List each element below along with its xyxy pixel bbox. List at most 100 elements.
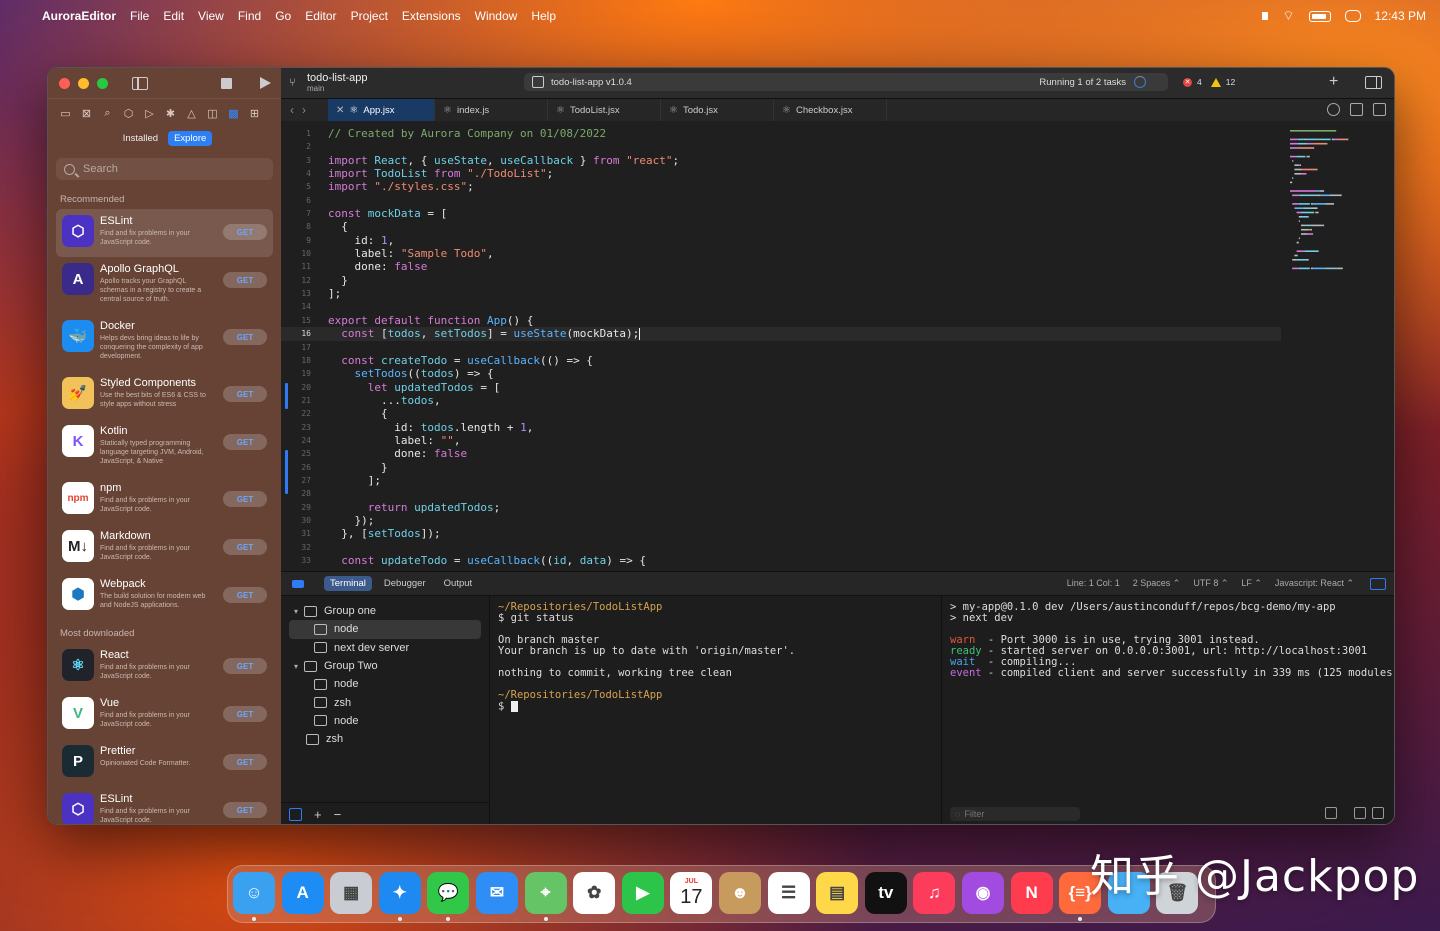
extension-item[interactable]: K Kotlin Statically typed programming lang… — [56, 419, 273, 476]
code-line[interactable]: 12 } — [281, 274, 1281, 287]
search-icon[interactable]: ⌕ — [100, 106, 115, 120]
extension-item[interactable]: ⬡ ESLint Find and fix problems in your Jav… — [56, 787, 273, 824]
get-button[interactable]: GET — [223, 754, 267, 770]
extension-item[interactable]: ⬡ ESLint Find and fix problems in your Jav… — [56, 209, 273, 257]
tab-index-js[interactable]: ⚛ index.js — [435, 99, 548, 121]
more-options-icon[interactable] — [1327, 103, 1340, 116]
maps-icon[interactable]: ⌖ — [524, 872, 567, 914]
launchpad-icon[interactable]: ▦ — [330, 872, 373, 914]
volume-icon[interactable] — [1262, 12, 1269, 20]
facetime-icon[interactable]: ▶ — [621, 872, 664, 914]
battery-icon[interactable] — [1308, 10, 1331, 22]
menu-item-file[interactable]: File — [130, 9, 149, 23]
terminal-dev-server[interactable]: > my-app@0.1.0 dev /Users/austinconduff/… — [942, 596, 1394, 824]
extension-item[interactable]: P Prettier Opinionated Code Formatter. GET — [56, 739, 273, 787]
get-button[interactable]: GET — [223, 386, 267, 402]
messages-icon[interactable]: 💬 — [427, 872, 470, 914]
menu-item-extensions[interactable]: Extensions — [402, 9, 461, 23]
layers-icon[interactable]: ◫ — [205, 106, 220, 120]
reminders-icon[interactable]: ☰ — [767, 872, 810, 914]
minimize-window-button[interactable] — [78, 77, 89, 89]
safari-icon[interactable]: ✦ — [378, 872, 421, 914]
code-line[interactable]: 17 — [281, 341, 1281, 354]
code-line[interactable]: 19 setTodos((todos) => { — [281, 367, 1281, 380]
inspector-toggle-icon[interactable] — [1365, 76, 1382, 89]
code-line[interactable]: 24 label: "", — [281, 434, 1281, 447]
explore-tab[interactable]: Explore — [168, 130, 213, 146]
code-line[interactable]: 16 const [todos, setTodos] = useState (mo… — [281, 327, 1281, 341]
indent-setting[interactable]: 2 Spaces ⌃ — [1133, 578, 1181, 589]
code-line[interactable]: 18 const createTodo = useCallback(() => … — [281, 354, 1281, 367]
extension-search-input[interactable]: Search — [56, 158, 273, 180]
add-session-icon[interactable]: + — [314, 807, 322, 822]
code-line[interactable]: 27 ]; — [281, 474, 1281, 487]
session-zsh[interactable]: zsh — [281, 730, 489, 748]
terminal-toggle-icon[interactable] — [1370, 578, 1386, 590]
extension-item[interactable]: ⚛ React Find and fix problems in your Java… — [56, 643, 273, 691]
code-line[interactable]: 29 return updatedTodos; — [281, 501, 1281, 514]
menu-app-name[interactable]: AuroraEditor — [42, 9, 116, 23]
tab-todolist-jsx[interactable]: ⚛ TodoList.jsx — [548, 99, 661, 121]
news-icon[interactable]: N — [1010, 872, 1053, 914]
session-next-dev-server[interactable]: next dev server — [281, 639, 489, 657]
get-button[interactable]: GET — [223, 658, 267, 674]
get-button[interactable]: GET — [223, 802, 267, 818]
extension-item[interactable]: npm npm Find and fix problems in your Java… — [56, 476, 273, 524]
code-line[interactable]: 15 export default function App() { — [281, 314, 1281, 327]
code-line[interactable]: 28 — [281, 487, 1281, 500]
code-line[interactable]: 11 done: false — [281, 260, 1281, 273]
code-line[interactable]: 10 label: "Sample Todo", — [281, 247, 1281, 260]
code-line[interactable]: 2 — [281, 140, 1281, 153]
add-icon[interactable]: + — [1329, 73, 1338, 91]
code-line[interactable]: 32 — [281, 541, 1281, 554]
source-control-icon[interactable]: ⊠ — [79, 106, 94, 120]
code-line[interactable]: 30 }); — [281, 514, 1281, 527]
extension-item[interactable]: 🐳 Docker Helps devs bring ideas to life by… — [56, 314, 273, 371]
sidebar-toggle-icon[interactable] — [289, 807, 302, 821]
clock[interactable]: 12:43 PM — [1375, 9, 1426, 23]
tab-debugger[interactable]: Debugger — [378, 576, 432, 591]
menu-item-go[interactable]: Go — [275, 9, 291, 23]
trash-icon[interactable] — [1325, 807, 1337, 819]
code-line[interactable]: 33 const updateTodo = useCallback((id, d… — [281, 554, 1281, 567]
code-line[interactable]: 25 done: false — [281, 447, 1281, 460]
play-outline-icon[interactable]: ▷ — [142, 106, 157, 120]
code-line[interactable]: 9 id: 1, — [281, 234, 1281, 247]
code-line[interactable]: 4 import TodoList from "./TodoList"; — [281, 167, 1281, 180]
calendar-icon[interactable]: JUL 17 — [670, 872, 713, 914]
control-center-icon[interactable] — [1344, 10, 1361, 22]
nav-arrows[interactable]: ‹› — [290, 103, 328, 117]
close-window-button[interactable] — [59, 77, 70, 89]
group-one[interactable]: ▾ Group one — [281, 602, 489, 620]
extension-item[interactable]: M↓ Markdown Find and fix problems in your … — [56, 524, 273, 572]
menu-item-help[interactable]: Help — [531, 9, 556, 23]
line-ending-setting[interactable]: LF ⌃ — [1241, 578, 1262, 589]
photos-icon[interactable]: ✿ — [573, 872, 616, 914]
code-line[interactable]: 14 — [281, 300, 1281, 313]
code-line[interactable]: 23 id: todos .length + 1, — [281, 421, 1281, 434]
get-button[interactable]: GET — [223, 491, 267, 507]
menu-item-edit[interactable]: Edit — [163, 9, 184, 23]
tab-app-jsx[interactable]: ✕ ⚛ App.jsx — [328, 99, 435, 121]
get-button[interactable]: GET — [223, 539, 267, 555]
get-button[interactable]: GET — [223, 706, 267, 722]
installed-tab[interactable]: Installed — [117, 131, 164, 146]
package-icon[interactable]: ⬡ — [121, 106, 136, 120]
extension-item[interactable]: ⬢ Webpack The build solution for modern we… — [56, 572, 273, 620]
app-store-icon[interactable]: A — [281, 872, 324, 914]
get-button[interactable]: GET — [223, 224, 267, 240]
extensions-icon[interactable]: ▩ — [226, 106, 241, 120]
tab-checkbox-jsx[interactable]: ⚛ Checkbox.jsx — [774, 99, 887, 121]
code-line[interactable]: 6 — [281, 194, 1281, 207]
get-button[interactable]: GET — [223, 329, 267, 345]
code-line[interactable]: 8 { — [281, 220, 1281, 233]
session-node[interactable]: node — [289, 620, 481, 639]
minimap[interactable] — [1286, 127, 1386, 277]
terminal-git[interactable]: ~/Repositories/TodoListApp $ git status On… — [490, 596, 942, 824]
code-line[interactable]: 20 let updatedTodos = [ — [281, 381, 1281, 394]
session-node[interactable]: node — [281, 675, 489, 693]
filter-input[interactable]: ◌ Filter — [950, 807, 1080, 821]
podcasts-icon[interactable]: ◉ — [962, 872, 1004, 914]
encoding-setting[interactable]: UTF 8 ⌃ — [1193, 578, 1228, 589]
code-lines[interactable]: 1 // Created by Aurora Company on 01/08/2… — [281, 127, 1281, 567]
